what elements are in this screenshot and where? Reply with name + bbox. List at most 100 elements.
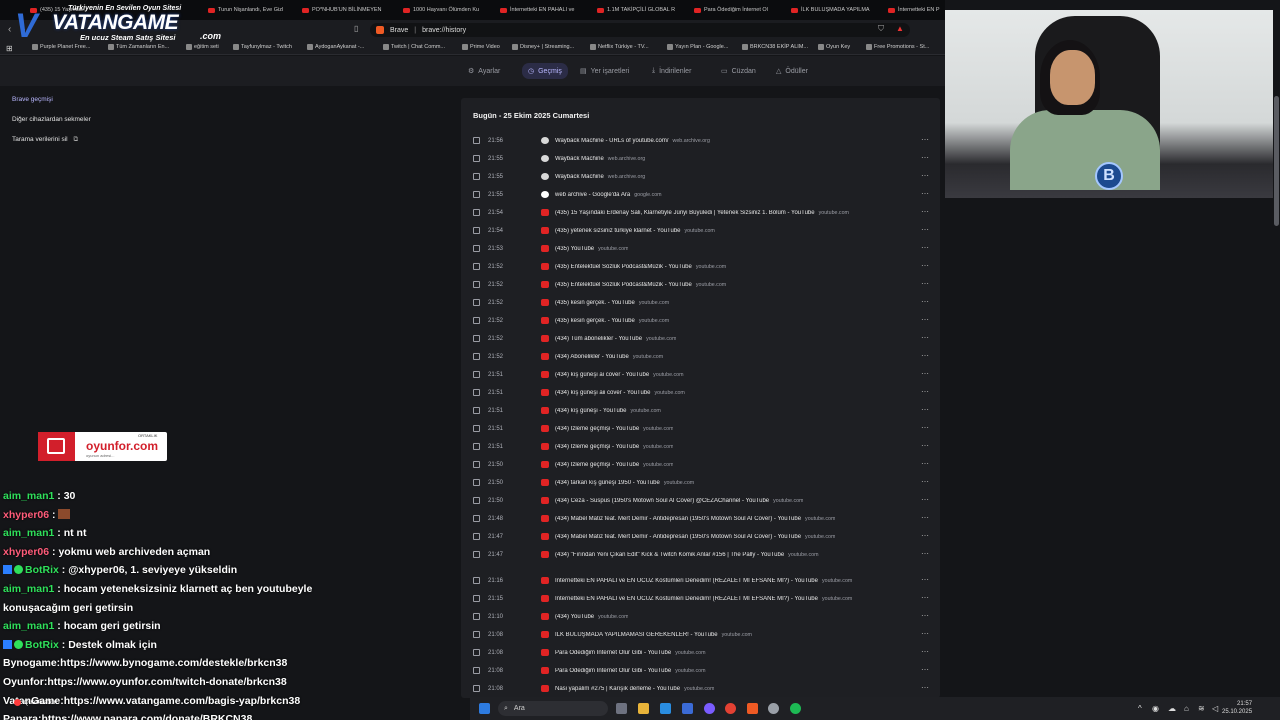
windows-start-icon[interactable]: [479, 703, 490, 714]
task-view-icon[interactable]: [616, 703, 627, 714]
bookmark-10[interactable]: BRKCN38 EKİP ALIM...: [742, 44, 808, 50]
more-options-icon[interactable]: ⋯: [921, 207, 929, 216]
more-options-icon[interactable]: ⋯: [921, 135, 929, 144]
row-checkbox[interactable]: [473, 425, 480, 432]
row-title[interactable]: (435) yetenek sizsiniz türkiye klarnet -…: [555, 228, 715, 234]
row-title[interactable]: İLK BULUŞMADA YAPILMAMASI GEREKENLER! - …: [555, 632, 752, 638]
obs-icon[interactable]: [768, 703, 779, 714]
row-checkbox[interactable]: [473, 515, 480, 522]
history-row[interactable]: 21:56 Wayback Machine - URLs of youtube.c…: [461, 132, 940, 150]
more-options-icon[interactable]: ⋯: [921, 611, 929, 620]
row-title[interactable]: Nasi yapalim #275 | Karışık derleme - Yo…: [555, 686, 714, 692]
tray-chevron-icon[interactable]: ^: [1138, 704, 1142, 713]
more-options-icon[interactable]: ⋯: [921, 549, 929, 558]
tab-cüzdan[interactable]: ▭ Cüzdan: [721, 64, 756, 78]
more-options-icon[interactable]: ⋯: [921, 225, 929, 234]
history-row[interactable]: 21:51 (434) İzleme geçmişi - YouTube youtu…: [461, 420, 940, 438]
row-checkbox[interactable]: [473, 263, 480, 270]
sidebar-item-clear-data[interactable]: Tarama verilerini sil ⧉: [12, 136, 78, 144]
row-checkbox[interactable]: [473, 227, 480, 234]
row-checkbox[interactable]: [473, 407, 480, 414]
row-checkbox[interactable]: [473, 497, 480, 504]
row-title[interactable]: (434) YouTube youtube.com: [555, 614, 628, 620]
tab-3[interactable]: 1000 Hayvanı Ölümden Ku: [403, 3, 495, 17]
row-checkbox[interactable]: [473, 209, 480, 216]
row-title[interactable]: (434) İzleme geçmişi - YouTube youtube.co…: [555, 426, 673, 432]
history-row[interactable]: 21:52 (434) Abonelikler - YouTube youtube.…: [461, 348, 940, 366]
row-title[interactable]: İnternetteki EN PAHALI ve EN UCUZ Kostüm…: [555, 596, 852, 602]
history-row[interactable]: 21:10 (434) YouTube youtube.com ⋯: [461, 608, 940, 626]
history-row[interactable]: 21:54 (435) 15 Yaşındaki Erdenay Sali, Kl…: [461, 204, 940, 222]
discord-icon[interactable]: [704, 703, 715, 714]
tab-8[interactable]: İnternetteki EN P: [888, 3, 945, 17]
history-row[interactable]: 21:55 Wayback Machine web.archive.org ⋯: [461, 168, 940, 186]
history-row[interactable]: 21:47 (434) "Fırından Yeni Çıkan Edit" Ki…: [461, 546, 940, 564]
history-row[interactable]: 21:54 (435) yetenek sizsiniz türkiye klar…: [461, 222, 940, 240]
tab-5[interactable]: 1.1M TAKİPÇİLİ GLOBAL R: [597, 3, 689, 17]
row-title[interactable]: (435) Entelektüel Sözlük Podcast&Müzik -…: [555, 282, 726, 288]
bookmark-9[interactable]: Yayın Plan - Google...: [667, 44, 728, 50]
history-row[interactable]: 21:51 (434) İzleme geçmişi - YouTube youtu…: [461, 438, 940, 456]
history-row[interactable]: 21:52 (435) Entelektüel Sözlük Podcast&Mü…: [461, 258, 940, 276]
row-title[interactable]: (434) Mabel Matiz feat. Mert Demir - Ant…: [555, 516, 835, 522]
more-options-icon[interactable]: ⋯: [921, 405, 929, 414]
more-options-icon[interactable]: ⋯: [921, 441, 929, 450]
tab-i̇ndirilenler[interactable]: ⤓ İndirilenler: [652, 64, 691, 78]
tab-yer-işaretleri[interactable]: ▤ Yer işaretleri: [580, 64, 629, 78]
sidebar-item-brave-history[interactable]: Brave geçmişi: [12, 96, 53, 103]
tab-2[interactable]: PO*NHUB'UN BİLİNMEYEN: [302, 3, 394, 17]
taskbar-clock[interactable]: 21:57 25.10.2025: [1222, 700, 1252, 716]
bookmark-5[interactable]: Twitch | Chat Comm...: [383, 44, 445, 50]
more-options-icon[interactable]: ⋯: [921, 189, 929, 198]
history-row[interactable]: 21:47 (434) Mabel Matiz feat. Mert Demir …: [461, 528, 940, 546]
row-title[interactable]: (435) Entelektüel Sözlük Podcast&Müzik -…: [555, 264, 726, 270]
volume-icon[interactable]: ◁: [1212, 704, 1218, 713]
row-title[interactable]: Wayback Machine - URLs of youtube.com/we…: [555, 138, 710, 144]
spotify-icon[interactable]: [790, 703, 801, 714]
row-title[interactable]: Wayback Machine web.archive.org: [555, 156, 645, 162]
row-checkbox[interactable]: [473, 191, 480, 198]
row-checkbox[interactable]: [473, 443, 480, 450]
tray-app-icon[interactable]: ◉: [1152, 704, 1159, 713]
history-row[interactable]: 21:52 (435) Entelektüel Sözlük Podcast&Mü…: [461, 276, 940, 294]
tab-ayarlar[interactable]: ⚙ Ayarlar: [468, 64, 500, 78]
more-options-icon[interactable]: ⋯: [921, 387, 929, 396]
more-options-icon[interactable]: ⋯: [921, 665, 929, 674]
url-field[interactable]: Brave | brave://history: [370, 23, 910, 37]
row-checkbox[interactable]: [473, 389, 480, 396]
tab-ödüller[interactable]: △ Ödüller: [776, 64, 808, 78]
row-checkbox[interactable]: [473, 479, 480, 486]
more-options-icon[interactable]: ⋯: [921, 495, 929, 504]
row-checkbox[interactable]: [473, 649, 480, 656]
more-options-icon[interactable]: ⋯: [921, 369, 929, 378]
row-title[interactable]: (434) İzleme geçmişi - YouTube youtube.co…: [555, 462, 673, 468]
row-checkbox[interactable]: [473, 137, 480, 144]
history-row[interactable]: 21:08 Para Ödediğim İnternet Olur Gibi - …: [461, 662, 940, 680]
tab-6[interactable]: Para Ödediğim İnternet Ol: [694, 3, 786, 17]
row-title[interactable]: (434) Mabel Matiz feat. Mert Demir - Ant…: [555, 534, 835, 540]
row-checkbox[interactable]: [473, 461, 480, 468]
more-options-icon[interactable]: ⋯: [921, 629, 929, 638]
row-checkbox[interactable]: [473, 155, 480, 162]
row-checkbox[interactable]: [473, 685, 480, 692]
more-options-icon[interactable]: ⋯: [921, 575, 929, 584]
more-options-icon[interactable]: ⋯: [921, 153, 929, 162]
row-checkbox[interactable]: [473, 317, 480, 324]
history-row[interactable]: 21:15 İnternetteki EN PAHALI ve EN UCUZ K…: [461, 590, 940, 608]
history-row[interactable]: 21:52 (435) kesin gerçek. - YouTube youtub…: [461, 312, 940, 330]
history-row[interactable]: 21:52 (434) Tüm abonelikler - YouTube yout…: [461, 330, 940, 348]
row-checkbox[interactable]: [473, 631, 480, 638]
row-checkbox[interactable]: [473, 595, 480, 602]
row-checkbox[interactable]: [473, 281, 480, 288]
more-options-icon[interactable]: ⋯: [921, 477, 929, 486]
history-row[interactable]: 21:08 Nasi yapalim #275 | Karışık derleme…: [461, 680, 940, 698]
row-title[interactable]: (434) kış güneşi ai cover - YouTube youtu…: [555, 372, 684, 378]
more-options-icon[interactable]: ⋯: [921, 171, 929, 180]
more-options-icon[interactable]: ⋯: [921, 351, 929, 360]
more-options-icon[interactable]: ⋯: [921, 683, 929, 692]
tray-network-icon[interactable]: ⌂: [1184, 704, 1189, 713]
row-title[interactable]: (435) 15 Yaşındaki Erdenay Sali, Klarnet…: [555, 210, 849, 216]
row-checkbox[interactable]: [473, 577, 480, 584]
more-options-icon[interactable]: ⋯: [921, 459, 929, 468]
row-checkbox[interactable]: [473, 299, 480, 306]
